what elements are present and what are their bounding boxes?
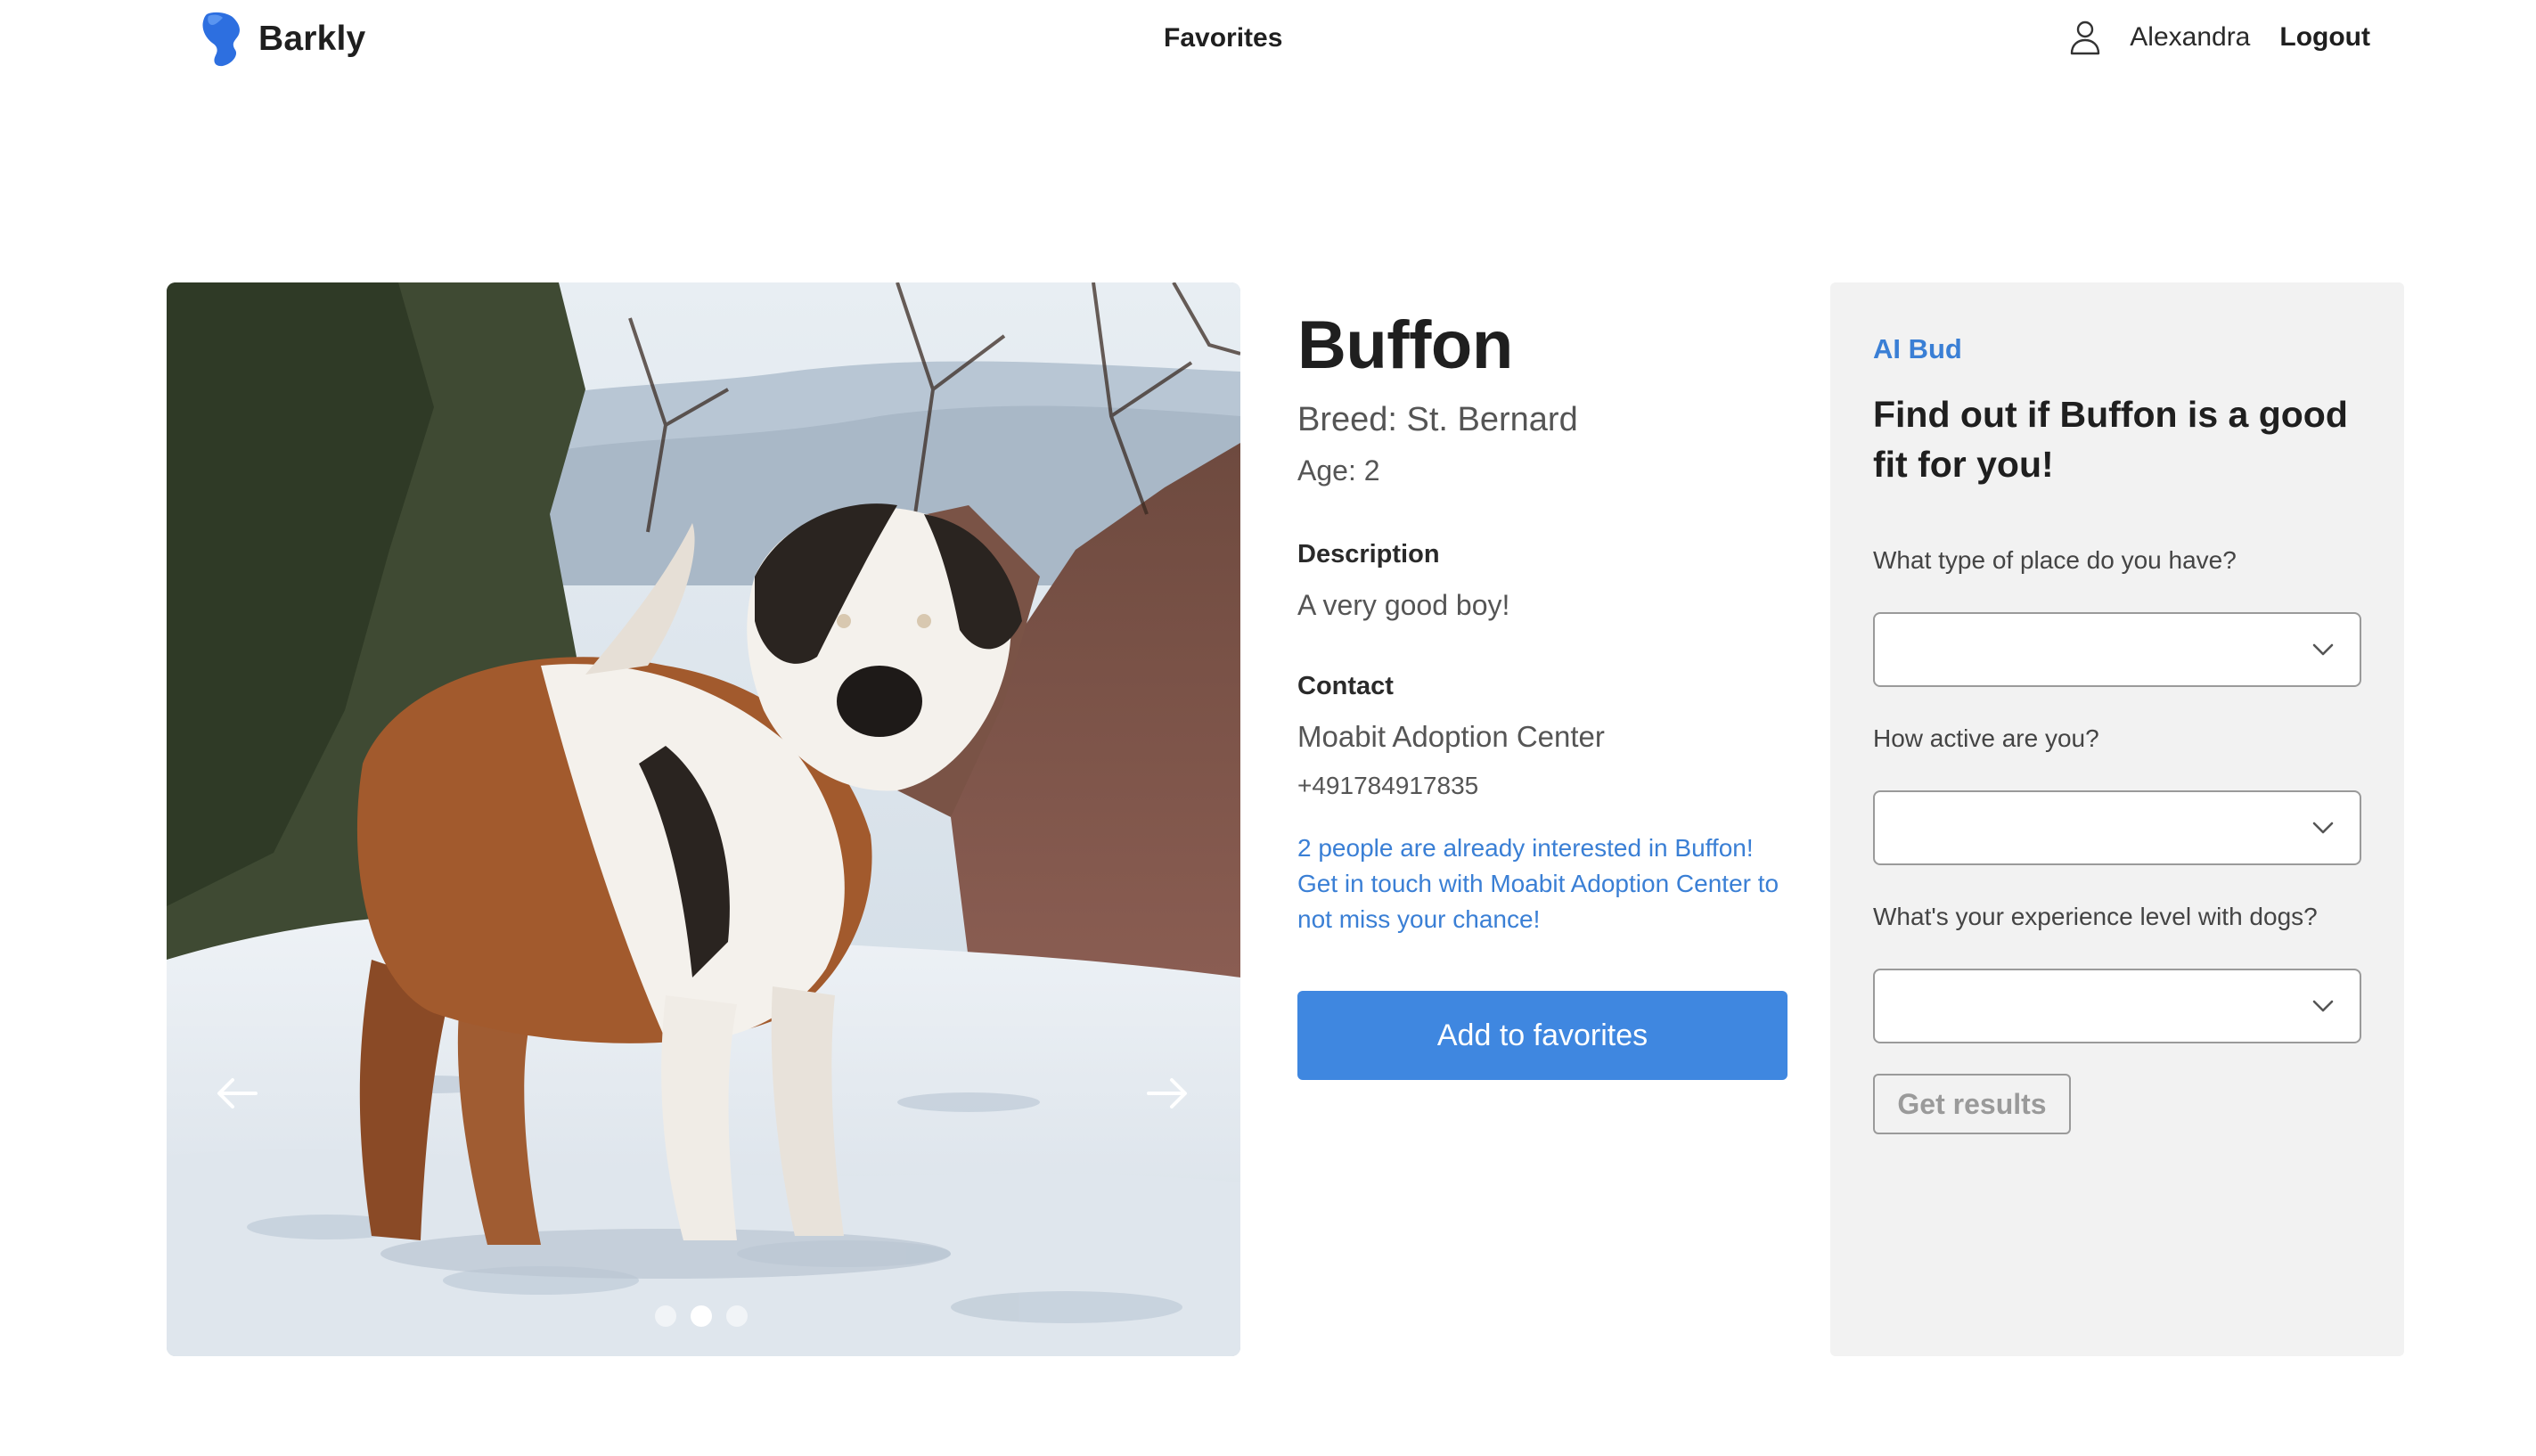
carousel-dots bbox=[655, 1305, 748, 1327]
nav-favorites-link[interactable]: Favorites bbox=[1164, 23, 1282, 53]
top-nav: Barkly Favorites Alexandra Logout bbox=[0, 0, 2536, 80]
ai-bud-panel: AI Bud Find out if Buffon is a good fit … bbox=[1830, 282, 2404, 1356]
brand-logo[interactable]: Barkly bbox=[201, 11, 365, 68]
pet-name: Buffon bbox=[1297, 307, 1513, 383]
question-experience-label: What's your experience level with dogs? bbox=[1873, 903, 2318, 930]
experience-level-select[interactable] bbox=[1873, 969, 2361, 1043]
place-type-select[interactable] bbox=[1873, 612, 2361, 687]
user-icon[interactable] bbox=[2069, 20, 2101, 55]
barkly-logo-icon bbox=[202, 12, 240, 67]
contact-phone[interactable]: +491784917835 bbox=[1297, 770, 1796, 802]
pet-age: Age: 2 bbox=[1297, 454, 1380, 487]
chevron-down-icon bbox=[2312, 643, 2334, 656]
brand-name: Barkly bbox=[258, 20, 366, 58]
carousel-dot-2[interactable] bbox=[691, 1305, 712, 1327]
description-label: Description bbox=[1297, 540, 1440, 568]
add-to-favorites-button[interactable]: Add to favorites bbox=[1297, 991, 1787, 1080]
chevron-down-icon bbox=[2312, 1000, 2334, 1012]
pet-details: Buffon Breed: St. Bernard Age: 2 Descrip… bbox=[1297, 303, 1796, 1080]
get-results-button[interactable]: Get results bbox=[1873, 1074, 2071, 1134]
question-activity-label: How active are you? bbox=[1873, 724, 2099, 752]
arrow-right-icon bbox=[1147, 1078, 1187, 1108]
contact-label: Contact bbox=[1297, 672, 1394, 700]
carousel-dot-1[interactable] bbox=[655, 1305, 676, 1327]
carousel-dot-3[interactable] bbox=[726, 1305, 748, 1327]
interest-note: 2 people are already interested in Buffo… bbox=[1297, 834, 1779, 933]
photo-carousel bbox=[167, 282, 1240, 1356]
description-text: A very good boy! bbox=[1297, 589, 1510, 621]
activity-level-select[interactable] bbox=[1873, 790, 2361, 865]
chevron-down-icon bbox=[2312, 822, 2334, 834]
pet-breed: Breed: St. Bernard bbox=[1297, 401, 1578, 438]
logout-link[interactable]: Logout bbox=[2279, 22, 2370, 53]
contact-center-name: Moabit Adoption Center bbox=[1297, 720, 1605, 753]
user-menu: Alexandra Logout bbox=[2069, 20, 2370, 55]
arrow-left-icon bbox=[217, 1078, 258, 1108]
carousel-next-button[interactable] bbox=[1140, 1067, 1193, 1120]
carousel-prev-button[interactable] bbox=[211, 1067, 265, 1120]
question-place-label: What type of place do you have? bbox=[1873, 546, 2237, 574]
user-name: Alexandra bbox=[2130, 22, 2251, 52]
ai-bud-title: Find out if Buffon is a good fit for you… bbox=[1873, 394, 2348, 485]
dog-photo bbox=[167, 282, 1240, 1356]
ai-bud-label: AI Bud bbox=[1873, 333, 1962, 364]
